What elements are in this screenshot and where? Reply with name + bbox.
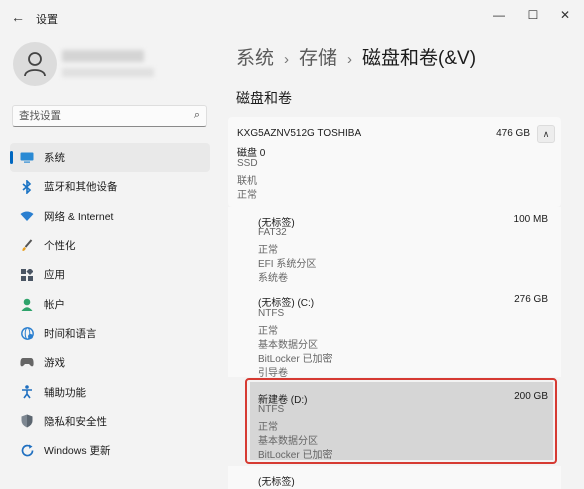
- volume-status: 正常: [258, 245, 278, 256]
- maximize-button[interactable]: ☐: [519, 5, 547, 25]
- volume-row[interactable]: (无标签): [228, 466, 561, 489]
- account-icon: [20, 297, 34, 311]
- volume-name: (无标签): [258, 477, 295, 488]
- sidebar-item-label: 隐私和安全性: [44, 415, 107, 428]
- apps-icon: [20, 268, 34, 282]
- brush-icon: [20, 239, 34, 253]
- globe-icon: [20, 326, 34, 340]
- volume-status: 正常: [258, 326, 278, 337]
- minimize-button[interactable]: —: [485, 5, 513, 25]
- avatar[interactable]: [13, 42, 57, 86]
- search-icon[interactable]: ⌕: [194, 109, 200, 122]
- sidebar-item-privacy[interactable]: 隐私和安全性: [10, 407, 210, 436]
- disk-label: 磁盘 0: [237, 148, 266, 159]
- sidebar-item-label: 系统: [44, 152, 65, 165]
- page-title: 磁盘和卷(&V): [362, 48, 477, 69]
- sidebar-item-label: 网络 & Internet: [44, 210, 114, 223]
- volume-partition-type: 基本数据分区: [258, 340, 318, 351]
- volume-filesystem: FAT32: [258, 227, 287, 238]
- volume-name: (无标签) (C:): [258, 298, 315, 309]
- disk-size: 476 GB: [496, 128, 530, 139]
- bluetooth-icon: [20, 179, 34, 194]
- sidebar-item-label: 游戏: [44, 357, 65, 370]
- volume-size: 276 GB: [514, 294, 548, 305]
- sidebar-item-bluetooth[interactable]: 蓝牙和其他设备: [10, 172, 210, 201]
- wifi-icon: [20, 209, 34, 223]
- chevron-right-icon: ›: [347, 51, 353, 68]
- sidebar-item-network[interactable]: 网络 & Internet: [10, 202, 210, 231]
- breadcrumb: 系统 › 存储 › 磁盘和卷(&V): [236, 43, 476, 70]
- sidebar-item-accounts[interactable]: 帐户: [10, 289, 210, 318]
- sidebar-item-gaming[interactable]: 游戏: [10, 348, 210, 377]
- sidebar-item-label: 辅助功能: [44, 386, 86, 399]
- person-icon: [24, 52, 46, 77]
- search-input[interactable]: [19, 109, 179, 123]
- volume-row[interactable]: (无标签) (C:) 276 GB NTFS 正常 基本数据分区 BitLock…: [228, 287, 561, 379]
- accessibility-icon: [20, 385, 34, 399]
- disk-health: 正常: [237, 190, 257, 201]
- sidebar-item-label: 应用: [44, 269, 65, 282]
- gamepad-icon: [20, 356, 34, 370]
- sidebar-item-label: Windows 更新: [44, 445, 111, 458]
- back-arrow-icon[interactable]: ←: [8, 7, 28, 27]
- account-email-blurred: [62, 68, 154, 77]
- sidebar-item-personalization[interactable]: 个性化: [10, 231, 210, 260]
- breadcrumb-system[interactable]: 系统: [236, 48, 274, 69]
- shield-icon: [20, 414, 34, 428]
- search-box[interactable]: ⌕: [12, 105, 207, 127]
- app-title: 设置: [36, 14, 58, 26]
- highlight-box: [245, 378, 557, 464]
- sidebar-item-label: 蓝牙和其他设备: [44, 181, 118, 194]
- chevron-up-icon[interactable]: ∧: [537, 125, 555, 143]
- volume-partition-type: EFI 系统分区: [258, 259, 317, 270]
- active-indicator: [10, 151, 13, 164]
- disk-model: KXG5AZNV512G TOSHIBA: [237, 128, 362, 139]
- sidebar-item-apps[interactable]: 应用: [10, 260, 210, 289]
- sidebar-item-label: 帐户: [44, 298, 65, 311]
- sidebar-item-system[interactable]: 系统: [10, 143, 210, 173]
- chevron-right-icon: ›: [284, 51, 290, 68]
- disk-status: 联机: [237, 176, 257, 187]
- account-name-blurred: [62, 50, 144, 62]
- section-title: 磁盘和卷: [236, 90, 292, 106]
- volume-row[interactable]: (无标签) 100 MB FAT32 正常 EFI 系统分区 系统卷: [228, 207, 561, 287]
- sidebar-item-label: 时间和语言: [44, 327, 97, 340]
- disk-type: SSD: [237, 158, 258, 169]
- breadcrumb-storage[interactable]: 存储: [299, 48, 337, 69]
- title-bar: ← 设置 — ☐ ✕: [0, 0, 584, 34]
- sidebar-item-windows-update[interactable]: Windows 更新: [10, 436, 210, 465]
- update-icon: [20, 444, 34, 458]
- volume-role: 引导卷: [258, 368, 288, 379]
- volume-filesystem: NTFS: [258, 308, 285, 319]
- volume-role: 系统卷: [258, 273, 288, 284]
- sidebar-nav: 系统 蓝牙和其他设备 网络 & Internet 个性化 应用 帐户 时间和语言…: [10, 143, 210, 465]
- volume-size: 100 MB: [513, 214, 548, 225]
- sidebar-item-label: 个性化: [44, 240, 76, 253]
- close-button[interactable]: ✕: [551, 5, 579, 25]
- volume-encryption: BitLocker 已加密: [258, 354, 333, 365]
- system-icon: [20, 151, 34, 165]
- sidebar-item-accessibility[interactable]: 辅助功能: [10, 377, 210, 406]
- disk-card[interactable]: KXG5AZNV512G TOSHIBA 476 GB ∧ 磁盘 0 SSD 联…: [228, 117, 561, 207]
- sidebar-item-time-language[interactable]: 时间和语言: [10, 319, 210, 348]
